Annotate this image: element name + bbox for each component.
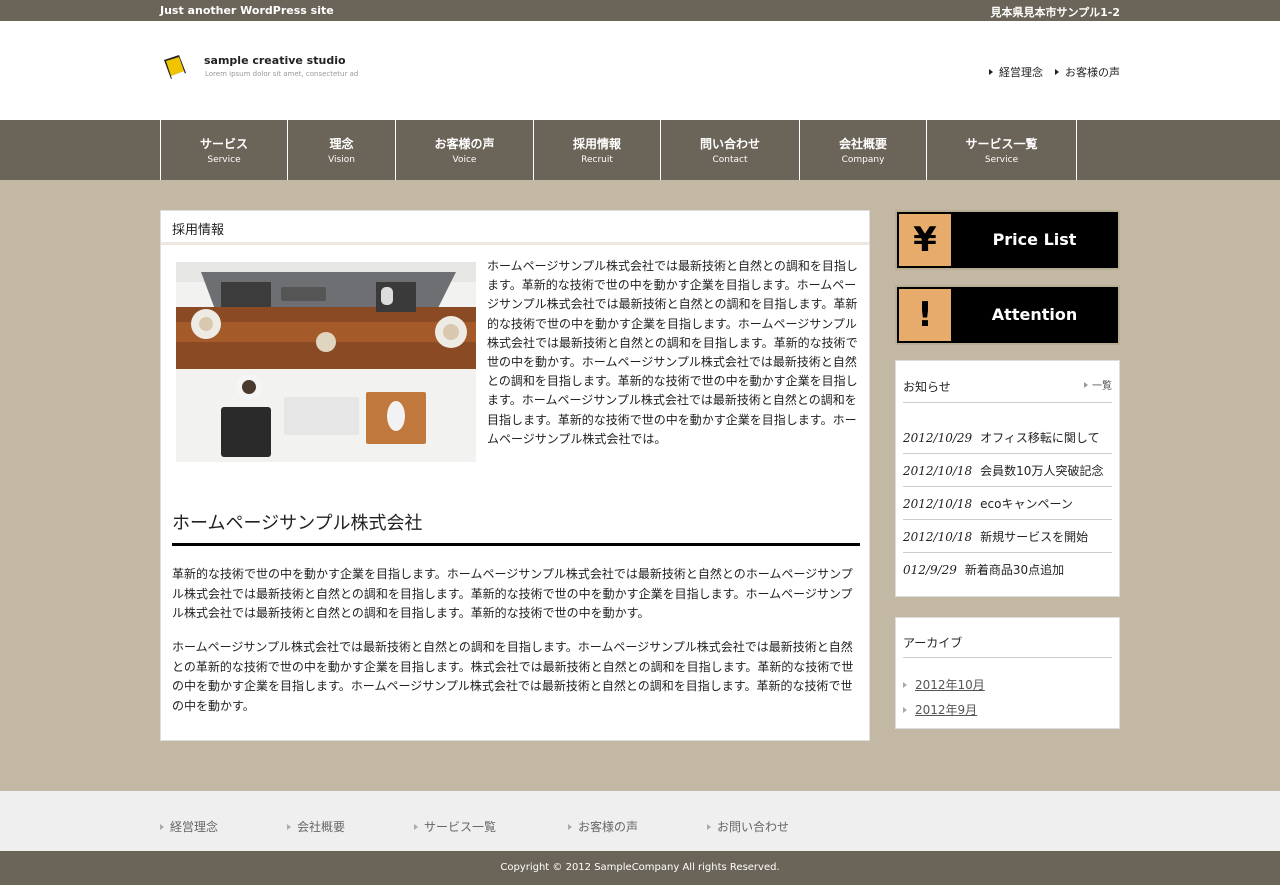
triangle-icon — [903, 706, 907, 713]
triangle-icon — [414, 823, 418, 830]
global-nav: サービス Service 理念 Vision お客様の声 Voice 採用情報 Recr… — [0, 120, 1280, 180]
news-text: オフィス移転に関して — [980, 431, 1100, 445]
news-date: 2012/10/18 — [903, 497, 973, 511]
news-text: 新着商品30点追加 — [964, 563, 1065, 577]
news-item[interactable]: 2012/10/29 オフィス移転に関して — [903, 421, 1112, 454]
header-link-philosophy[interactable]: 経営理念 — [989, 64, 1043, 80]
footer-nav: 経営理念 会社概要 サービス一覧 お客様の声 お問い合わせ — [0, 791, 1280, 851]
section-heading: ホームページサンプル株式会社 — [172, 509, 860, 546]
news-item[interactable]: 012/9/29 新着商品30点追加 — [903, 553, 1112, 586]
desk-photo — [176, 262, 476, 462]
site-address: 見本県見本市サンプル1-2 — [990, 6, 1120, 19]
archive-item[interactable]: 2012年9月 — [903, 697, 985, 722]
header-link-voice[interactable]: お客様の声 — [1055, 64, 1120, 80]
attention-banner[interactable]: ! Attention — [895, 285, 1120, 345]
banner-label: Price List — [992, 230, 1077, 249]
news-text: ecoキャンペーン — [980, 497, 1073, 511]
footer-link-company[interactable]: 会社概要 — [287, 818, 345, 835]
site-header: sample creative studio Lorem ipsum dolor… — [0, 21, 1280, 120]
nav-item-voice[interactable]: お客様の声 Voice — [396, 120, 534, 180]
news-title: お知らせ — [903, 380, 951, 394]
nav-item-company[interactable]: 会社概要 Company — [800, 120, 927, 180]
archive-link[interactable]: 2012年10月 — [915, 676, 985, 693]
triangle-icon — [1084, 381, 1088, 388]
archive-item[interactable]: 2012年10月 — [903, 672, 985, 697]
archive-title: アーカイブ — [903, 634, 1112, 658]
news-header: お知らせ 一覧 — [903, 378, 1112, 403]
main-content: 採用情報 ホームページサンプル株式会社では最新技術と自然との調和を目指します。革… — [160, 210, 870, 741]
body-paragraph: 革新的な技術で世の中を動かす企業を目指します。ホームページサンプル株式会社では最… — [172, 567, 853, 620]
footer-link-service-list[interactable]: サービス一覧 — [414, 818, 496, 835]
news-date: 012/9/29 — [903, 563, 957, 577]
price-list-banner[interactable]: ¥ Price List — [895, 210, 1120, 270]
news-item[interactable]: 2012/10/18 新規サービスを開始 — [903, 520, 1112, 553]
triangle-icon — [989, 69, 993, 75]
nav-item-recruit[interactable]: 採用情報 Recruit — [534, 120, 661, 180]
triangle-icon — [160, 823, 164, 830]
triangle-icon — [1055, 69, 1059, 75]
news-list: 2012/10/29 オフィス移転に関して 2012/10/18 会員数10万人突破… — [903, 421, 1112, 586]
exclamation-icon: ! — [899, 289, 951, 341]
header-links: 経営理念 お客様の声 — [989, 64, 1120, 80]
nav-item-service-list[interactable]: サービス一覧 Service — [927, 120, 1077, 180]
top-bar: Just another WordPress site 見本県見本市サンプル1-… — [0, 0, 1280, 21]
nav-item-contact[interactable]: 問い合わせ Contact — [661, 120, 800, 180]
news-text: 新規サービスを開始 — [980, 530, 1089, 544]
intro-text: ホームページサンプル株式会社では最新技術と自然との調和を目指します。革新的な技術… — [487, 259, 858, 446]
footer-link-philosophy[interactable]: 経営理念 — [160, 818, 218, 835]
banner-label: Attention — [991, 305, 1078, 324]
nav-item-service[interactable]: サービス Service — [161, 120, 288, 180]
footer-link-voice[interactable]: お客様の声 — [568, 818, 638, 835]
triangle-icon — [903, 681, 907, 688]
site-subtitle: Lorem ipsum dolor sit amet, consectetur … — [205, 70, 359, 78]
book-logo-icon[interactable] — [163, 54, 187, 80]
body-paragraph: ホームページサンプル株式会社では最新技術と自然との調和を目指します。ホームページ… — [172, 640, 854, 713]
news-date: 2012/10/18 — [903, 530, 973, 544]
news-date: 2012/10/29 — [903, 431, 973, 445]
news-text: 会員数10万人突破記念 — [980, 464, 1104, 478]
yen-icon: ¥ — [899, 214, 951, 266]
triangle-icon — [707, 823, 711, 830]
footer-link-contact[interactable]: お問い合わせ — [707, 818, 789, 835]
news-item[interactable]: 2012/10/18 会員数10万人突破記念 — [903, 454, 1112, 487]
news-more-link[interactable]: 一覧 — [1084, 377, 1112, 392]
triangle-icon — [287, 823, 291, 830]
site-tagline: Just another WordPress site — [160, 4, 334, 17]
copyright: Copyright © 2012 SampleCompany All right… — [0, 851, 1280, 885]
nav-item-vision[interactable]: 理念 Vision — [288, 120, 396, 180]
site-name[interactable]: sample creative studio — [204, 54, 346, 67]
archive-widget: アーカイブ 2012年10月 2012年9月 — [895, 617, 1120, 729]
news-widget: お知らせ 一覧 2012/10/29 オフィス移転に関して 2012/10/18 会… — [895, 360, 1120, 597]
page-title: 採用情報 — [161, 211, 869, 245]
triangle-icon — [568, 823, 572, 830]
archive-link[interactable]: 2012年9月 — [915, 701, 977, 718]
news-date: 2012/10/18 — [903, 464, 973, 478]
archive-list: 2012年10月 2012年9月 — [903, 672, 985, 722]
news-item[interactable]: 2012/10/18 ecoキャンペーン — [903, 487, 1112, 520]
